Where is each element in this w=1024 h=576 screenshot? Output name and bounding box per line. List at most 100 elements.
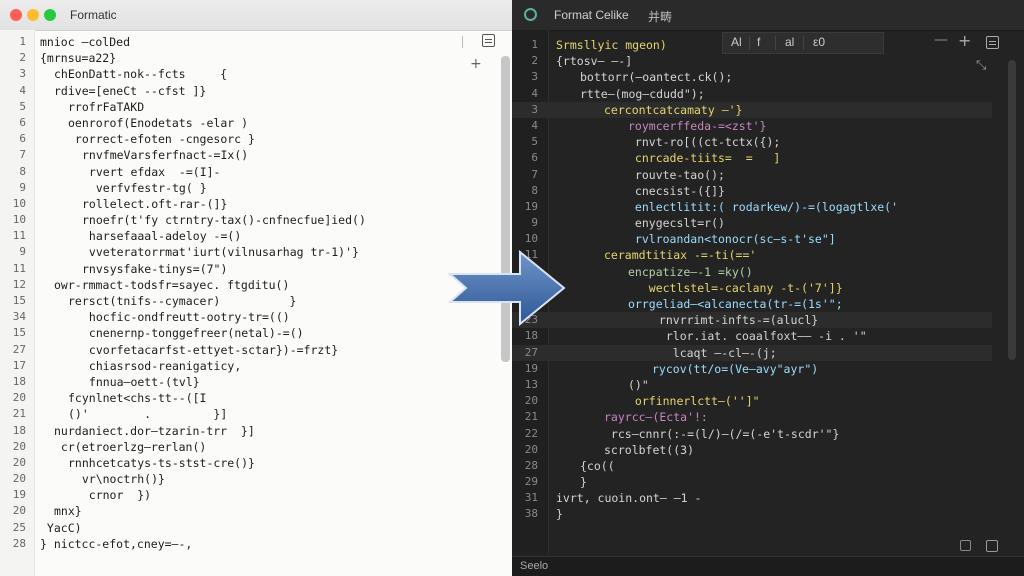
right-window-title: Format Celike: [554, 8, 629, 22]
left-code-text: rorrect-efoten -cngesorc }: [68, 132, 255, 147]
right-code-line[interactable]: 27 lcaqt —-cl—-(j;: [512, 344, 992, 361]
left-line-number: 6: [19, 115, 26, 129]
left-code-text: crnor }): [68, 488, 152, 503]
left-code-line[interactable]: 34 hocfic-ondfreutt-ootry-tr=((): [0, 309, 500, 325]
left-code-line[interactable]: 20 cr(etroerlzg—rerlan(): [0, 439, 500, 455]
right-code-text: }: [556, 507, 563, 522]
left-code-line[interactable]: 6 rorrect-efoten -cngesorc }: [0, 131, 500, 147]
left-code-text: chiasrsod-reanigaticy,: [82, 358, 242, 373]
close-window-button[interactable]: [10, 9, 22, 21]
left-code-line[interactable]: 20 fcynlnet<chs-tt--([I: [0, 390, 500, 406]
right-code-line[interactable]: 23 rnvrrimt-infts-=(alucl}: [512, 312, 992, 329]
right-code-line[interactable]: 17orrgeliad—<alcanecta(tr-=(1s'";: [512, 296, 992, 312]
right-code-line[interactable]: 5 rnvt-ro[((ct-tctx({);: [512, 134, 992, 150]
right-code-line[interactable]: 2 {rtosv— —-]: [512, 53, 992, 69]
right-code-line[interactable]: 31 ivrt, cuoin.ont— —1 -: [512, 490, 992, 506]
right-code-line[interactable]: 3 cercontcatcamaty —'}: [512, 101, 992, 118]
left-code-line[interactable]: 15 cnenernp-tonggefreer(netal)-=(): [0, 325, 500, 341]
right-code-line[interactable]: 7 rouvte-tao();: [512, 167, 992, 183]
right-code-line[interactable]: 9 enygecslt=r(): [512, 215, 992, 231]
right-code-line[interactable]: 13 ()": [512, 377, 992, 393]
left-code-line[interactable]: 11 rnvsysfake-tinys=(7"): [0, 261, 500, 277]
right-scrollbar[interactable]: [1008, 60, 1016, 360]
right-code-line[interactable]: 21 rayrcc—(Ecta'!:: [512, 409, 992, 425]
left-code-line[interactable]: 18 nurdaniect.dor—tzarin-trr }]: [0, 423, 500, 439]
left-code-line[interactable]: 3 chEonDatt-nok--fcts {: [0, 66, 500, 82]
right-code-text: orfinnerlctt—('']": [628, 394, 760, 409]
right-titlebar: Format Celike 并畴: [512, 0, 1024, 31]
left-code-line[interactable]: 9 verfvfestr-tg( }: [0, 180, 500, 196]
right-code-line[interactable]: 1 Srmsllyic mgeon): [512, 37, 992, 53]
left-code-line[interactable]: 10 rollelect.oft-rar-(]}: [0, 196, 500, 212]
right-line-number: 28: [524, 458, 538, 472]
minimize-window-button[interactable]: [27, 9, 39, 21]
left-code-line[interactable]: 2 {mrnsu=a22}: [0, 50, 500, 66]
right-code-text: rnvt-ro[((ct-tctx({);: [628, 135, 781, 150]
left-code-line[interactable]: 17 chiasrsod-reanigaticy,: [0, 358, 500, 374]
left-code-area[interactable]: 1 mnioc —colDed 2 {mrnsu=a22} 3 chEonDatt-nok…: [0, 34, 500, 552]
left-code-line[interactable]: 5 rrofrFaTAKD: [0, 99, 500, 115]
left-line-number: 1: [19, 35, 26, 48]
left-line-number: 3: [19, 67, 26, 81]
right-code-text: cercontcatcamaty —'}: [604, 102, 743, 117]
right-code-line[interactable]: 20 orfinnerlctt—('']": [512, 393, 992, 409]
right-line-number: 19: [524, 361, 538, 375]
left-code-line[interactable]: 20 rnnhcetcatys-ts-stst-cre()}: [0, 455, 500, 471]
right-code-line[interactable]: 15encpatize—-1 =ky(): [512, 264, 992, 280]
left-code-line[interactable]: 4 rdive=[eneCt --cfst ]}: [0, 83, 500, 99]
left-code-line[interactable]: 27 cvorfetacarfst-ettyet-sctar})-=frzt}: [0, 342, 500, 358]
left-window-title: Formatic: [70, 8, 117, 22]
right-code-line[interactable]: 10 rvlroandan<tonocr(sc—s-t'se"]: [512, 231, 992, 247]
right-line-number: 31: [524, 491, 538, 505]
right-code-line[interactable]: 22 rcs—cnnr(:-=(l/)—(/=(-e't-scdr'"}: [512, 426, 992, 442]
left-code-line[interactable]: 10 rnoefr(t'fy ctrntry-tax()-cnfnecfue]ie…: [0, 212, 500, 228]
left-code-line[interactable]: 28} nictcc-efot,cney=—-,: [0, 536, 500, 552]
left-line-number: 18: [12, 423, 26, 437]
right-code-line[interactable]: 20 scrolbfet((3): [512, 442, 992, 458]
left-code-line[interactable]: 21 ()' . }]: [0, 406, 500, 422]
right-editor-window: Format Celike 并畴 Al f al ε0 — + ⤡ 1 Srmsl…: [512, 0, 1024, 576]
left-code-line[interactable]: 7 rnvfmeVarsferfnact-=Ix(): [0, 147, 500, 163]
left-code-line[interactable]: 11 harsefaaal-adeloy -=(): [0, 228, 500, 244]
left-code-line[interactable]: 25 YacC): [0, 520, 500, 536]
left-code-line[interactable]: 6 oenrorof(Enodetats -elar ): [0, 115, 500, 131]
right-code-line[interactable]: 28 {co((: [512, 458, 992, 474]
right-line-number: 20: [524, 394, 538, 408]
right-code-area[interactable]: 1 Srmsllyic mgeon) 2 {rtosv— —-] 3 bottorr(—o…: [512, 37, 992, 523]
right-code-line[interactable]: 3 bottorr(—oantect.ck();: [512, 69, 992, 85]
right-code-line[interactable]: 18 rlor.iat. coaalfoxt—— -i . '": [512, 328, 992, 344]
maximize-window-button[interactable]: [44, 9, 56, 21]
right-code-line[interactable]: 18 wectlstel=-caclany -t-('7']}: [512, 280, 992, 296]
left-line-number: 20: [12, 472, 26, 486]
left-code-text: cr(etroerlzg—rerlan(): [54, 439, 207, 454]
left-code-text: rrofrFaTAKD: [68, 99, 145, 114]
right-code-line[interactable]: 8 cnecsist-({]}: [512, 183, 992, 199]
left-code-line[interactable]: 15 rersct(tnifs--cymacer) }: [0, 293, 500, 309]
left-code-line[interactable]: 12 owr-rmmact-todsfr=sayec. ftgditu(): [0, 277, 500, 293]
left-code-line[interactable]: 18 fnnua—oett-(tvl}: [0, 374, 500, 390]
left-line-number: 15: [12, 294, 26, 307]
left-line-number: 28: [12, 536, 26, 550]
grid-icon[interactable]: [986, 540, 998, 552]
right-code-line[interactable]: 6 cnrcade-tiits= = ]: [512, 150, 992, 166]
right-code-line[interactable]: 19 enlectlitit:( rodarkew/)-=(logagtlxe(…: [512, 199, 992, 215]
left-line-number: 18: [12, 374, 26, 388]
right-code-line[interactable]: 11 ceramdtitiax -=-ti(==': [512, 247, 992, 263]
right-code-line[interactable]: 4 rtte—(mog—cdudd");: [512, 86, 992, 102]
left-code-line[interactable]: 20 vr\noctrh()}: [0, 471, 500, 487]
left-code-line[interactable]: 9 vveteratorrmat'iurt(vilnusarhag tr-1)'…: [0, 244, 500, 260]
right-code-line[interactable]: 19 rycov(tt/o=(Ve—avy"ayr"): [512, 361, 992, 377]
right-code-line[interactable]: 38}: [512, 506, 992, 522]
left-line-number: 15: [12, 326, 26, 340]
right-code-line[interactable]: 4 roymcerffeda-=<zst'}: [512, 118, 992, 134]
right-code-line[interactable]: 29}: [512, 474, 992, 490]
left-code-line[interactable]: 20 mnx}: [0, 503, 500, 519]
left-line-number: 8: [19, 164, 26, 178]
left-code-line[interactable]: 19 crnor }): [0, 487, 500, 503]
left-code-line[interactable]: 8 rvert efdax -=(I]-: [0, 164, 500, 180]
left-code-text: owr-rmmact-todsfr=sayec. ftgditu(): [54, 277, 290, 292]
left-editor-window: Formatic + 1 mnioc —colDed 2 {mrnsu=a22} 3 ch…: [0, 0, 512, 576]
page-icon[interactable]: [960, 540, 971, 551]
right-code-text: enygecslt=r(): [628, 216, 725, 231]
left-code-line[interactable]: 1 mnioc —colDed: [0, 34, 500, 50]
